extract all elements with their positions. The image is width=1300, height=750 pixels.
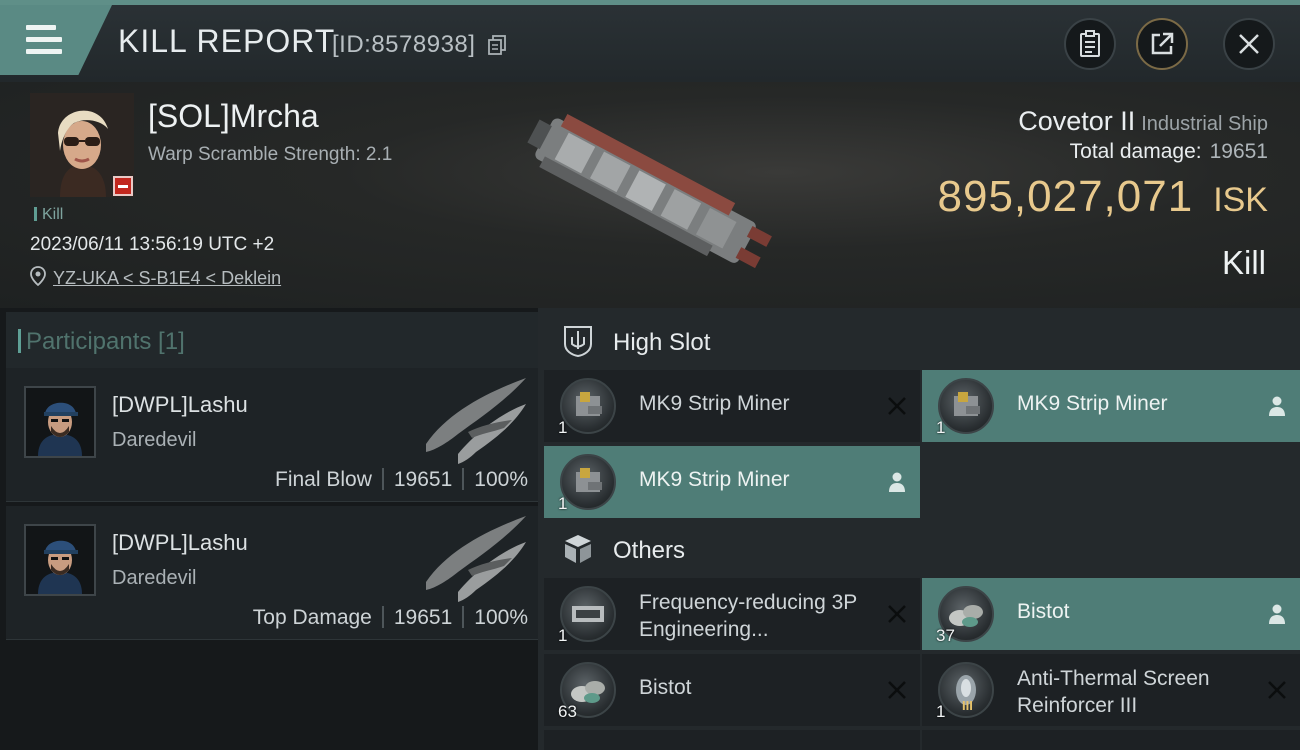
participants-panel: Participants [1] [DWPL]Lashu Daredevil F… [0,308,538,750]
participant-stats: Final Blow 19651 100% [275,468,528,492]
cargo-slot[interactable] [922,730,1300,750]
cargo-slot[interactable]: 37 Bistot [922,578,1300,650]
page-title: KILL REPORT [118,23,336,59]
module-name: MK9 Strip Miner [1017,392,1168,415]
participant-damage: 19651 [393,468,453,491]
copy-icon[interactable] [488,35,506,55]
kill-datetime: 2023/06/11 13:56:19 UTC +2 [30,234,275,255]
destroyed-x-icon [888,605,906,623]
isk-value: 895,027,071 [937,172,1194,221]
module-slot[interactable]: 1 MK9 Strip Miner [544,370,920,442]
participant-role: Final Blow [275,468,372,491]
others-header: Others [538,520,1300,578]
participant-card[interactable]: [DWPL]Lashu Daredevil Final Blow 19651 100… [6,368,538,502]
participant-card[interactable]: [DWPL]Lashu Daredevil Top Damage 19651 100… [6,506,538,640]
cube-icon [565,535,591,563]
total-damage-value: 19651 [1209,140,1268,163]
module-name: MK9 Strip Miner [639,468,790,491]
total-damage-line: Total damage: 19651 [1070,140,1268,164]
victim-ship-image[interactable] [510,100,790,286]
participant-portrait-icon [26,388,94,456]
participant-stats: Top Damage 19651 100% [253,606,528,630]
participant-avatar[interactable] [24,524,96,596]
cargo-slot[interactable]: 1 Frequency-reducing 3P Engineering... [544,578,920,650]
high-slot-header: High Slot [538,312,1300,370]
others-title: Others [613,537,686,564]
isk-value-line: 895,027,071 ISK [938,172,1269,222]
participant-percent: 100% [474,468,528,491]
warp-scramble-strength: Warp Scramble Strength: 2.1 [148,144,393,165]
participant-avatar[interactable] [24,386,96,458]
item-quantity: 1 [936,702,946,721]
hostile-badge [113,176,133,196]
ship-class: Industrial Ship [1141,113,1268,135]
kill-location-link[interactable]: YZ-UKA < S-B1E4 < Deklein [53,268,281,289]
module-quantity: 1 [936,418,946,437]
location-pin-icon [30,266,46,286]
participant-damage: 19651 [393,606,453,629]
header-accent-line [0,0,1300,5]
fitting-panel: High Slot 1 MK9 Strip Miner 1 MK9 Strip … [538,308,1300,750]
participant-portrait-icon [26,526,94,594]
participant-ship-icon[interactable] [418,372,530,468]
participant-ship-icon[interactable] [418,510,530,606]
total-damage-label: Total damage: [1069,140,1202,163]
share-button[interactable] [1136,18,1188,70]
victim-name[interactable]: [SOL]Mrcha [148,98,319,135]
participant-ship: Daredevil [112,429,197,451]
hamburger-icon [26,25,62,55]
module-quantity: 1 [558,494,568,513]
kill-tag: Kill [34,206,63,224]
module-slot[interactable]: 1 MK9 Strip Miner [544,446,920,518]
destroyed-x-icon [888,681,906,699]
item-quantity: 37 [936,626,955,645]
ship-name[interactable]: Covetor II [1018,106,1135,136]
module-quantity: 1 [558,418,568,437]
participant-percent: 100% [474,606,528,629]
strip-miner-icon [560,454,616,510]
share-icon [1151,32,1174,55]
strip-miner-icon [560,378,616,434]
cargo-slot[interactable]: III 1 Anti-Thermal Screen Reinforcer III [922,654,1300,726]
strip-miner-icon [938,378,994,434]
item-quantity: 63 [558,702,577,721]
high-slot-icon [564,326,592,358]
report-id: [ID:8578938] [332,31,476,58]
close-icon [1239,34,1259,54]
item-name: Bistot [1017,600,1070,623]
item-quantity: 1 [558,626,568,645]
clipboard-icon [1080,30,1100,57]
item-name: Frequency-reducing 3P Engineering... [639,591,857,641]
kill-verdict: Kill [1221,244,1266,281]
destroyed-x-icon [1268,681,1286,699]
participant-ship: Daredevil [112,567,197,589]
dropped-person-icon [889,472,905,492]
cargo-slot[interactable] [544,730,920,750]
participants-header: Participants [1] [6,312,538,368]
menu-button[interactable] [0,5,112,75]
close-button[interactable] [1223,18,1275,70]
module-slot[interactable]: 1 MK9 Strip Miner [922,370,1300,442]
victim-summary: [SOL]Mrcha Warp Scramble Strength: 2.1 K… [0,82,1300,308]
ship-type-line: Covetor II Industrial Ship [1018,106,1268,137]
participant-name[interactable]: [DWPL]Lashu [112,530,248,556]
module-name: MK9 Strip Miner [639,392,790,415]
isk-unit: ISK [1213,181,1268,219]
tier-badge: III [962,698,973,713]
cargo-slot[interactable]: 63 Bistot [544,654,920,726]
clipboard-button[interactable] [1064,18,1116,70]
dropped-person-icon [1269,396,1285,416]
destroyed-x-icon [888,397,906,415]
engineering-component-icon [560,586,616,642]
item-name: Bistot [639,676,692,699]
participant-role: Top Damage [252,606,372,629]
high-slot-title: High Slot [613,329,711,356]
dropped-person-icon [1269,604,1285,624]
header-bar: KILL REPORT [ID:8578938] [0,0,1300,82]
participants-title: Participants [1] [18,328,185,355]
participant-name[interactable]: [DWPL]Lashu [112,392,248,418]
item-name: Anti-Thermal Screen Reinforcer III [1017,667,1210,717]
